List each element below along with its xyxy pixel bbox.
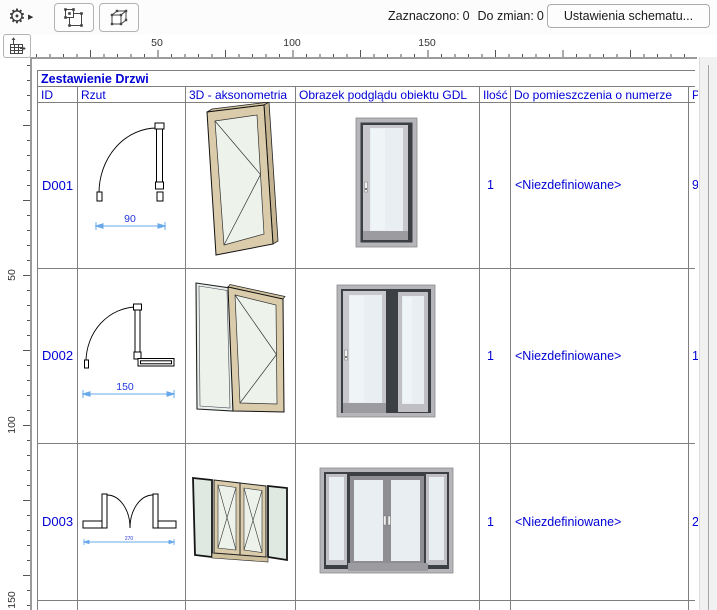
horizontal-ruler: 50 100 150 bbox=[31, 34, 697, 57]
schedule-header-toggle-button[interactable] bbox=[3, 34, 31, 58]
row3-axo-cell[interactable] bbox=[185, 443, 295, 600]
header-id[interactable]: ID bbox=[38, 87, 79, 102]
door-plan-drawing-d001: 90 bbox=[94, 122, 167, 230]
row1-plan-cell[interactable]: 90 bbox=[77, 102, 185, 268]
v-ruler-label-50: 50 bbox=[6, 269, 18, 281]
schedule-title: Zestawienie Drzwi bbox=[41, 71, 149, 86]
header-room[interactable]: Do pomieszczenia o numerze bbox=[511, 87, 690, 102]
gear-icon: ⚙ bbox=[8, 6, 26, 28]
v-ruler-label-100: 100 bbox=[6, 416, 18, 434]
h-ruler-label-50: 50 bbox=[151, 37, 163, 49]
door-axo-drawing-d001 bbox=[206, 102, 279, 256]
header-axo[interactable]: 3D - aksonometria bbox=[186, 87, 297, 102]
row2-gdl-cell[interactable] bbox=[295, 268, 479, 443]
row1-axo-cell[interactable] bbox=[185, 102, 295, 268]
pending-value: 0 bbox=[536, 9, 544, 23]
header-qty[interactable]: Ilość bbox=[480, 87, 512, 102]
row3-plan-cell[interactable]: 270 bbox=[77, 443, 185, 600]
marquee-select-button[interactable] bbox=[54, 3, 94, 32]
selection-status: Zaznaczono: 0 Do zmian: 0 bbox=[388, 9, 544, 23]
row2-room-cell[interactable]: <Niezdefiniowane> bbox=[511, 269, 691, 442]
marquee-select-icon bbox=[64, 7, 83, 27]
dim-label-d003: 270 bbox=[125, 536, 134, 542]
vertical-scrollbar[interactable] bbox=[699, 57, 717, 610]
settings-menu-button[interactable]: ⚙ ▶ bbox=[8, 3, 48, 31]
door-axo-drawing-d003 bbox=[192, 476, 288, 563]
row1-clipped-cell[interactable]: 9 bbox=[689, 103, 698, 267]
row2-plan-cell[interactable]: 150 bbox=[77, 268, 185, 443]
door-axo-drawing-d002 bbox=[195, 282, 286, 413]
row2-id-cell[interactable]: D002 bbox=[38, 269, 80, 442]
h-ruler-label-150: 150 bbox=[418, 37, 436, 49]
vertical-ruler: 50 100 150 bbox=[0, 59, 30, 610]
row1-room-cell[interactable]: <Niezdefiniowane> bbox=[511, 103, 691, 267]
flyout-arrow-icon: ▶ bbox=[27, 14, 34, 21]
door-plan-drawing-d002: 150 bbox=[81, 303, 176, 398]
header-clipped[interactable]: P bbox=[689, 87, 698, 102]
canvas-left-edge bbox=[30, 57, 32, 610]
table-border-row3 bbox=[37, 600, 695, 601]
door-gdl-preview-d001 bbox=[355, 117, 418, 248]
door-gdl-preview-d003 bbox=[319, 467, 454, 574]
row1-id-cell[interactable]: D001 bbox=[38, 103, 80, 267]
header-plan[interactable]: Rzut bbox=[78, 87, 187, 102]
selected-label: Zaznaczono: bbox=[388, 9, 460, 23]
cube-select-button[interactable] bbox=[99, 3, 139, 32]
dim-label-d001: 90 bbox=[124, 213, 136, 225]
row3-room-cell[interactable]: <Niezdefiniowane> bbox=[511, 444, 691, 599]
door-plan-drawing-d003: 270 bbox=[82, 493, 177, 545]
row2-clipped-cell[interactable]: 1 bbox=[689, 269, 698, 442]
canvas-top-edge bbox=[30, 57, 697, 59]
row1-gdl-cell[interactable] bbox=[295, 102, 479, 268]
row3-gdl-cell[interactable] bbox=[295, 443, 479, 600]
dim-label-d002: 150 bbox=[116, 381, 134, 393]
schedule-window: ⚙ ▶ Zaznaczono: 0 Do zmian: 0 Ustawienia… bbox=[0, 0, 717, 610]
v-ruler-label-150: 150 bbox=[6, 591, 18, 609]
scrollbar-track-line bbox=[708, 65, 709, 610]
pending-label: Do zmian: bbox=[477, 9, 534, 23]
selected-value: 0 bbox=[462, 9, 470, 23]
toolbar: ⚙ ▶ Zaznaczono: 0 Do zmian: 0 Ustawienia… bbox=[0, 0, 717, 34]
row3-clipped-cell[interactable]: 2 bbox=[689, 444, 698, 599]
row2-axo-cell[interactable] bbox=[185, 268, 295, 443]
door-gdl-preview-d002 bbox=[336, 284, 436, 418]
h-ruler-label-100: 100 bbox=[283, 37, 301, 49]
cube-select-icon bbox=[110, 9, 128, 25]
header-gdl[interactable]: Obrazek podglądu obiektu GDL bbox=[296, 87, 481, 102]
schedule-settings-button[interactable]: Ustawienia schematu... bbox=[547, 4, 710, 28]
table-arrows-icon bbox=[10, 37, 26, 54]
row3-id-cell[interactable]: D003 bbox=[38, 444, 80, 599]
